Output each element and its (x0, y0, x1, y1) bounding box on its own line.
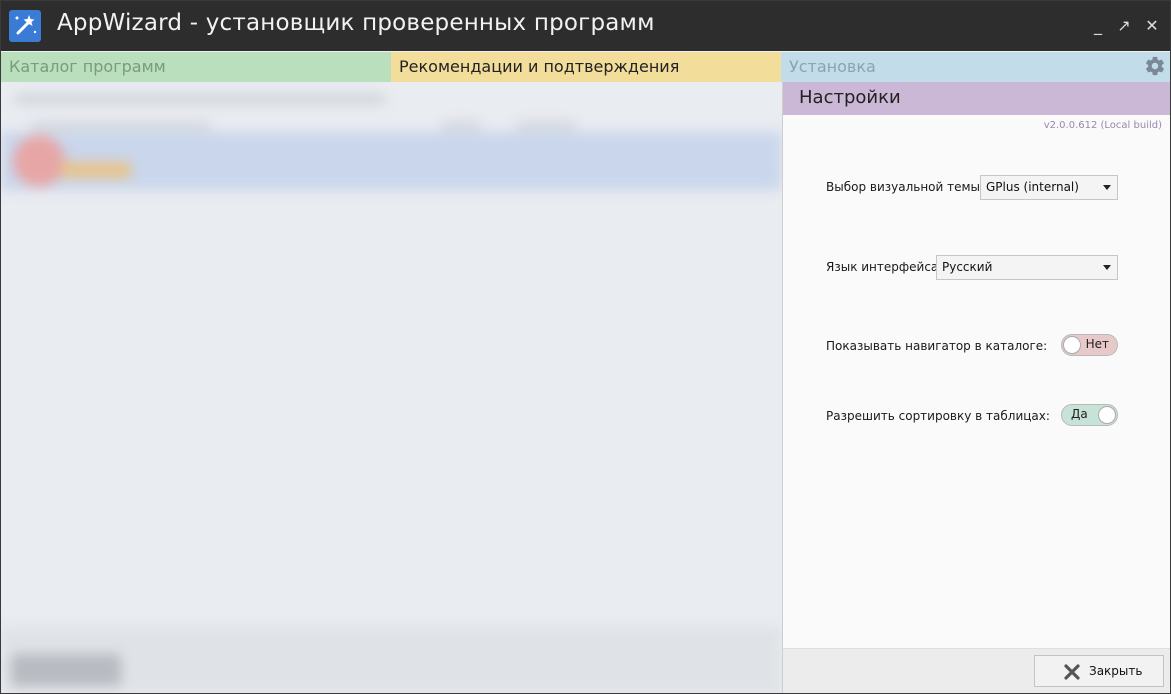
blurred-button (11, 654, 121, 686)
blurred-text-line (516, 122, 576, 130)
tab-recommendations[interactable]: Рекомендации и подтверждения (391, 52, 781, 82)
close-x-icon (1064, 664, 1080, 680)
navigator-toggle[interactable]: Нет (1061, 334, 1118, 356)
version-label: v2.0.0.612 (Local build) (1043, 120, 1162, 131)
settings-header: Настройки (783, 82, 1170, 115)
blurred-overlay (1, 82, 782, 693)
chevron-down-icon (1103, 185, 1111, 190)
close-button-label: Закрыть (1089, 664, 1143, 678)
navigator-label: Показывать навигатор в каталоге: (826, 339, 1048, 353)
tab-install[interactable]: Установка (781, 52, 1170, 82)
language-select-value: Русский (942, 260, 993, 274)
close-window-button[interactable]: ✕ (1141, 15, 1163, 37)
app-wizard-icon (9, 10, 41, 42)
sorting-toggle[interactable]: Да (1061, 404, 1118, 426)
sorting-label: Разрешить сортировку в таблицах: (826, 409, 1050, 423)
theme-label: Выбор визуальной темы: (826, 180, 985, 194)
language-label: Язык интерфейса: (826, 260, 943, 274)
close-button[interactable]: Закрыть (1034, 655, 1164, 687)
toggle-state-label: Нет (1085, 337, 1109, 351)
blurred-badge (61, 162, 131, 178)
app-window: AppWizard - установщик проверенных прогр… (0, 0, 1171, 694)
blurred-avatar (13, 135, 65, 187)
title-bar[interactable]: AppWizard - установщик проверенных прогр… (1, 1, 1170, 51)
settings-panel: Настройки v2.0.0.612 (Local build) Выбор… (782, 82, 1170, 693)
window-title: AppWizard - установщик проверенных прогр… (57, 10, 655, 36)
blurred-text-line (441, 122, 481, 130)
theme-select-value: GPlus (internal) (986, 180, 1079, 194)
chevron-down-icon (1103, 265, 1111, 270)
language-select[interactable]: Русский (936, 255, 1118, 280)
gear-icon[interactable] (1144, 55, 1166, 77)
blurred-text-line (15, 94, 385, 104)
theme-select[interactable]: GPlus (internal) (980, 175, 1118, 200)
minimize-button[interactable]: _ (1087, 15, 1109, 37)
settings-title: Настройки (799, 87, 901, 108)
blurred-text-line (31, 122, 211, 130)
blurred-content-area (1, 82, 782, 693)
blurred-row (1, 132, 782, 190)
toggle-state-label: Да (1071, 407, 1088, 421)
settings-footer: Закрыть (783, 648, 1170, 693)
tab-catalog[interactable]: Каталог программ (1, 52, 391, 82)
toggle-knob (1098, 406, 1116, 424)
maximize-button[interactable]: ↗ (1113, 15, 1135, 37)
toggle-knob (1063, 336, 1081, 354)
